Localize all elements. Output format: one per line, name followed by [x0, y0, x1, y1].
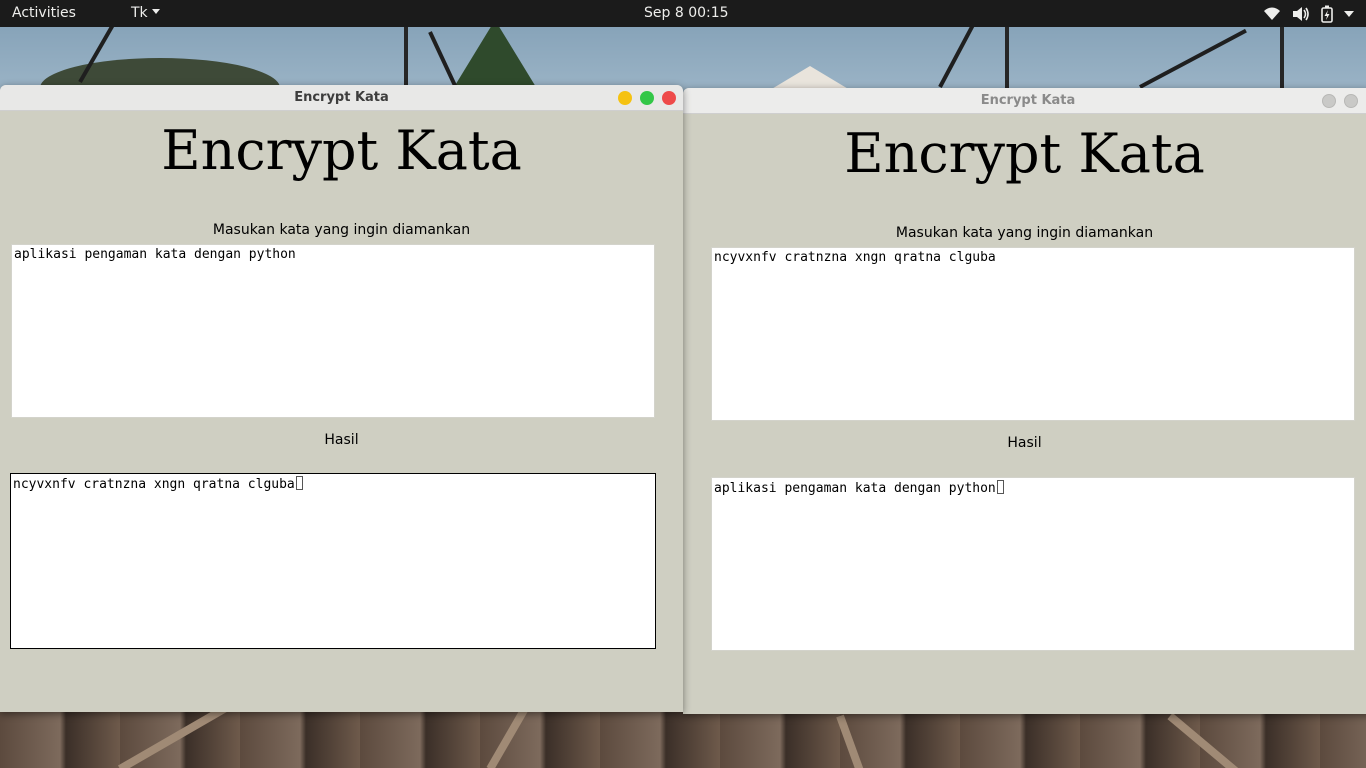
- window-title: Encrypt Kata: [294, 90, 389, 105]
- input-text: ncyvxnfv cratnzna xngn qratna clguba: [714, 250, 996, 265]
- encrypt-window-background[interactable]: Encrypt Kata Encrypt Kata Masukan kata y…: [683, 88, 1366, 714]
- wallpaper-beam: [938, 24, 975, 88]
- app-menu[interactable]: Tk: [131, 5, 160, 21]
- battery-icon: [1321, 5, 1333, 23]
- app-heading: Encrypt Kata: [161, 119, 522, 182]
- wallpaper-post: [404, 27, 408, 87]
- input-textbox[interactable]: aplikasi pengaman kata dengan python: [11, 244, 655, 418]
- activities-button[interactable]: Activities: [12, 5, 76, 21]
- result-text: ncyvxnfv cratnzna xngn qratna clguba: [13, 477, 295, 492]
- app-menu-caret-icon: [151, 9, 160, 14]
- app-heading: Encrypt Kata: [844, 122, 1205, 185]
- volume-icon: [1293, 6, 1309, 21]
- minimize-button[interactable]: [618, 91, 632, 105]
- result-text: aplikasi pengaman kata dengan python: [714, 481, 996, 496]
- window-content: Encrypt Kata Masukan kata yang ingin dia…: [0, 111, 683, 712]
- top-bar: Activities Tk Sep 8 00:15: [0, 0, 1366, 27]
- result-label: Hasil: [1007, 435, 1042, 451]
- wallpaper-post: [1280, 27, 1284, 89]
- wifi-icon: [1264, 7, 1280, 20]
- wallpaper-peak: [770, 66, 850, 90]
- system-tray[interactable]: [1263, 4, 1354, 23]
- result-textbox[interactable]: aplikasi pengaman kata dengan python: [711, 477, 1355, 651]
- maximize-button[interactable]: [1344, 94, 1358, 108]
- input-text: aplikasi pengaman kata dengan python: [14, 247, 296, 262]
- wallpaper-post: [1005, 27, 1009, 89]
- input-textbox[interactable]: ncyvxnfv cratnzna xngn qratna clguba: [711, 247, 1355, 421]
- encrypt-window-active[interactable]: Encrypt Kata Encrypt Kata Masukan kata y…: [0, 85, 683, 712]
- window-controls: [618, 91, 676, 105]
- result-textbox[interactable]: ncyvxnfv cratnzna xngn qratna clguba: [10, 473, 656, 649]
- input-label: Masukan kata yang ingin diamankan: [212, 222, 471, 238]
- text-cursor: [996, 480, 1004, 494]
- clock[interactable]: Sep 8 00:15: [644, 5, 729, 21]
- minimize-button[interactable]: [1322, 94, 1336, 108]
- close-button[interactable]: [662, 91, 676, 105]
- text-cursor: [295, 476, 303, 490]
- system-menu-caret-icon: [1344, 10, 1354, 17]
- window-content: Encrypt Kata Masukan kata yang ingin dia…: [683, 114, 1366, 714]
- wallpaper-beam: [1139, 28, 1247, 89]
- window-titlebar[interactable]: Encrypt Kata: [683, 88, 1366, 114]
- window-controls: [1322, 94, 1366, 108]
- input-label: Masukan kata yang ingin diamankan: [895, 225, 1154, 241]
- window-title: Encrypt Kata: [980, 93, 1076, 108]
- app-menu-label: Tk: [131, 5, 148, 21]
- window-titlebar[interactable]: Encrypt Kata: [0, 85, 683, 111]
- result-label: Hasil: [324, 432, 359, 448]
- maximize-button[interactable]: [640, 91, 654, 105]
